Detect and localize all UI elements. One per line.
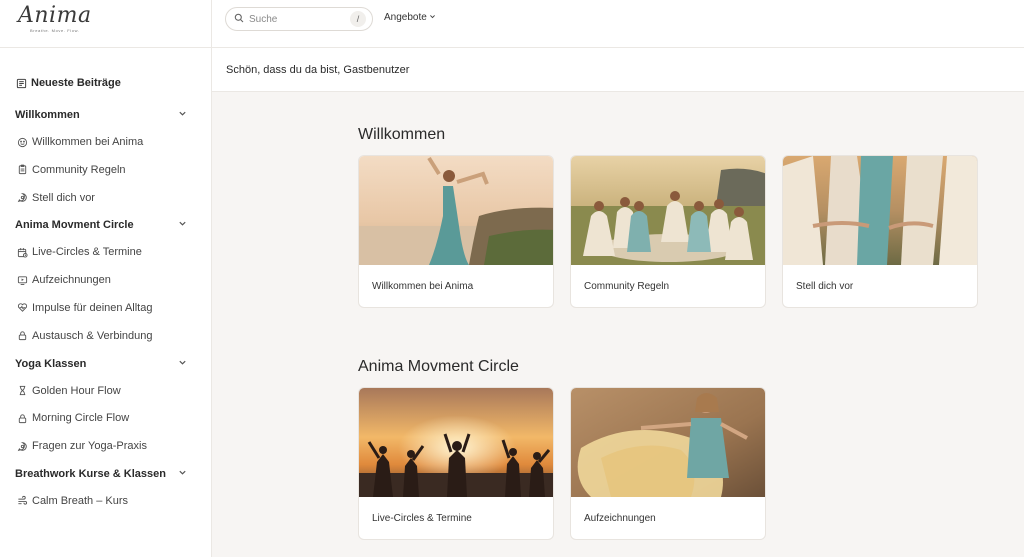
- logo[interactable]: Anima Breathe. Move. Flow.: [0, 0, 211, 48]
- sidebar-item-label: Impulse für deinen Alltag: [32, 301, 153, 314]
- sidebar-section-yoga-klassen[interactable]: Yoga Klassen: [0, 353, 211, 375]
- sidebar: Anima Breathe. Move. Flow. Neueste Beitr…: [0, 0, 212, 557]
- topbar: / Angebote: [212, 0, 1024, 48]
- video-icon: [16, 274, 28, 286]
- sidebar-section-breathwork[interactable]: Breathwork Kurse & Klassen: [0, 463, 211, 485]
- hourglass-icon: [16, 385, 28, 397]
- sidebar-item-label: Willkommen bei Anima: [32, 136, 144, 148]
- search-box[interactable]: /: [225, 7, 373, 31]
- section-title-willkommen: Willkommen: [358, 126, 446, 143]
- logo-text: Anima: [18, 3, 92, 28]
- heart-icon: [16, 302, 28, 314]
- greeting-text: Schön, dass du da bist, Gastbenutzer: [212, 48, 1024, 92]
- sidebar-item-aufzeichnungen[interactable]: Aufzeichnungen: [0, 269, 211, 291]
- card-label: Live-Circles & Termine: [372, 513, 472, 524]
- sidebar-item-impulse[interactable]: Impulse für deinen Alltag: [0, 297, 211, 319]
- card-live-circles[interactable]: Live-Circles & Termine: [358, 387, 554, 540]
- sidebar-item-label: Stell dich vor: [32, 191, 95, 204]
- sunset-dance-photo: [359, 388, 553, 497]
- chevron-down-icon[interactable]: [178, 109, 187, 121]
- sidebar-item-label: Aufzeichnungen: [32, 274, 111, 287]
- calendar-icon: [16, 246, 28, 258]
- sidebar-section-title: Breathwork Kurse & Klassen: [15, 467, 166, 480]
- sidebar-section-title: Anima Movment Circle: [15, 219, 134, 232]
- wind-icon: [16, 495, 28, 507]
- sidebar-item-label: Neueste Beiträge: [31, 77, 121, 89]
- chevron-down-icon[interactable]: [178, 468, 187, 480]
- offers-label: Angebote: [384, 12, 427, 23]
- sidebar-section-movment-circle[interactable]: Anima Movment Circle: [0, 214, 211, 236]
- sidebar-item-label: Golden Hour Flow: [32, 384, 121, 397]
- sidebar-item-latest[interactable]: Neueste Beiträge: [0, 72, 211, 94]
- sidebar-item-community-regeln[interactable]: Community Regeln: [0, 159, 211, 181]
- sidebar-item-fragen-yoga-praxis[interactable]: Fragen zur Yoga-Praxis: [0, 435, 211, 457]
- sidebar-item-stell-dich-vor[interactable]: Stell dich vor: [0, 187, 211, 209]
- sidebar-section-title: Willkommen: [15, 109, 80, 121]
- sidebar-item-label: Austausch & Verbindung: [32, 329, 153, 342]
- logo-tagline: Breathe. Move. Flow.: [30, 28, 80, 33]
- search-icon: [234, 10, 244, 28]
- sidebar-item-austausch[interactable]: Austausch & Verbindung: [0, 325, 211, 347]
- sidebar-item-live-circles[interactable]: Live-Circles & Termine: [0, 241, 211, 263]
- sidebar-item-golden-hour-flow[interactable]: Golden Hour Flow: [0, 380, 211, 402]
- sidebar-item-label: Calm Breath – Kurs: [32, 494, 128, 507]
- lock-icon: [16, 412, 28, 424]
- search-shortcut-badge: /: [350, 11, 366, 27]
- holding-hands-photo: [783, 156, 977, 265]
- chat-icon: [16, 440, 28, 452]
- sidebar-section-title: Yoga Klassen: [15, 357, 87, 370]
- chevron-down-icon[interactable]: [178, 358, 187, 370]
- section-title-movment-circle: Anima Movment Circle: [358, 358, 519, 375]
- sidebar-item-calm-breath[interactable]: Calm Breath – Kurs: [0, 490, 211, 512]
- search-input[interactable]: [249, 13, 349, 25]
- chat-icon: [16, 192, 28, 204]
- yoga-cliff-photo: [359, 156, 553, 265]
- offers-dropdown[interactable]: Angebote: [384, 12, 436, 23]
- newspaper-icon: [15, 77, 27, 89]
- sidebar-item-willkommen-bei-anima[interactable]: Willkommen bei Anima: [0, 131, 211, 153]
- clipboard-icon: [16, 164, 28, 176]
- card-community-regeln[interactable]: Community Regeln: [570, 155, 766, 308]
- chevron-down-icon[interactable]: [178, 219, 187, 231]
- women-circle-photo: [571, 156, 765, 265]
- smiley-icon: [16, 136, 28, 148]
- card-label: Willkommen bei Anima: [372, 281, 474, 292]
- sidebar-item-label: Fragen zur Yoga-Praxis: [32, 440, 147, 453]
- lock-icon: [16, 330, 28, 342]
- flowing-dress-photo: [571, 388, 765, 497]
- chevron-down-icon: [427, 12, 436, 23]
- card-label: Stell dich vor: [796, 281, 854, 292]
- sidebar-nav: Neueste Beiträge Willkommen Willkommen b…: [0, 48, 211, 512]
- card-label: Aufzeichnungen: [584, 513, 656, 524]
- card-aufzeichnungen[interactable]: Aufzeichnungen: [570, 387, 766, 540]
- sidebar-item-label: Morning Circle Flow: [32, 412, 130, 425]
- card-label: Community Regeln: [584, 281, 670, 292]
- card-willkommen-bei-anima[interactable]: Willkommen bei Anima: [358, 155, 554, 308]
- sidebar-section-willkommen[interactable]: Willkommen: [0, 104, 211, 126]
- sidebar-item-morning-circle-flow[interactable]: Morning Circle Flow: [0, 407, 211, 429]
- sidebar-item-label: Live-Circles & Termine: [32, 246, 142, 259]
- card-stell-dich-vor[interactable]: Stell dich vor: [782, 155, 978, 308]
- sidebar-item-label: Community Regeln: [32, 163, 126, 176]
